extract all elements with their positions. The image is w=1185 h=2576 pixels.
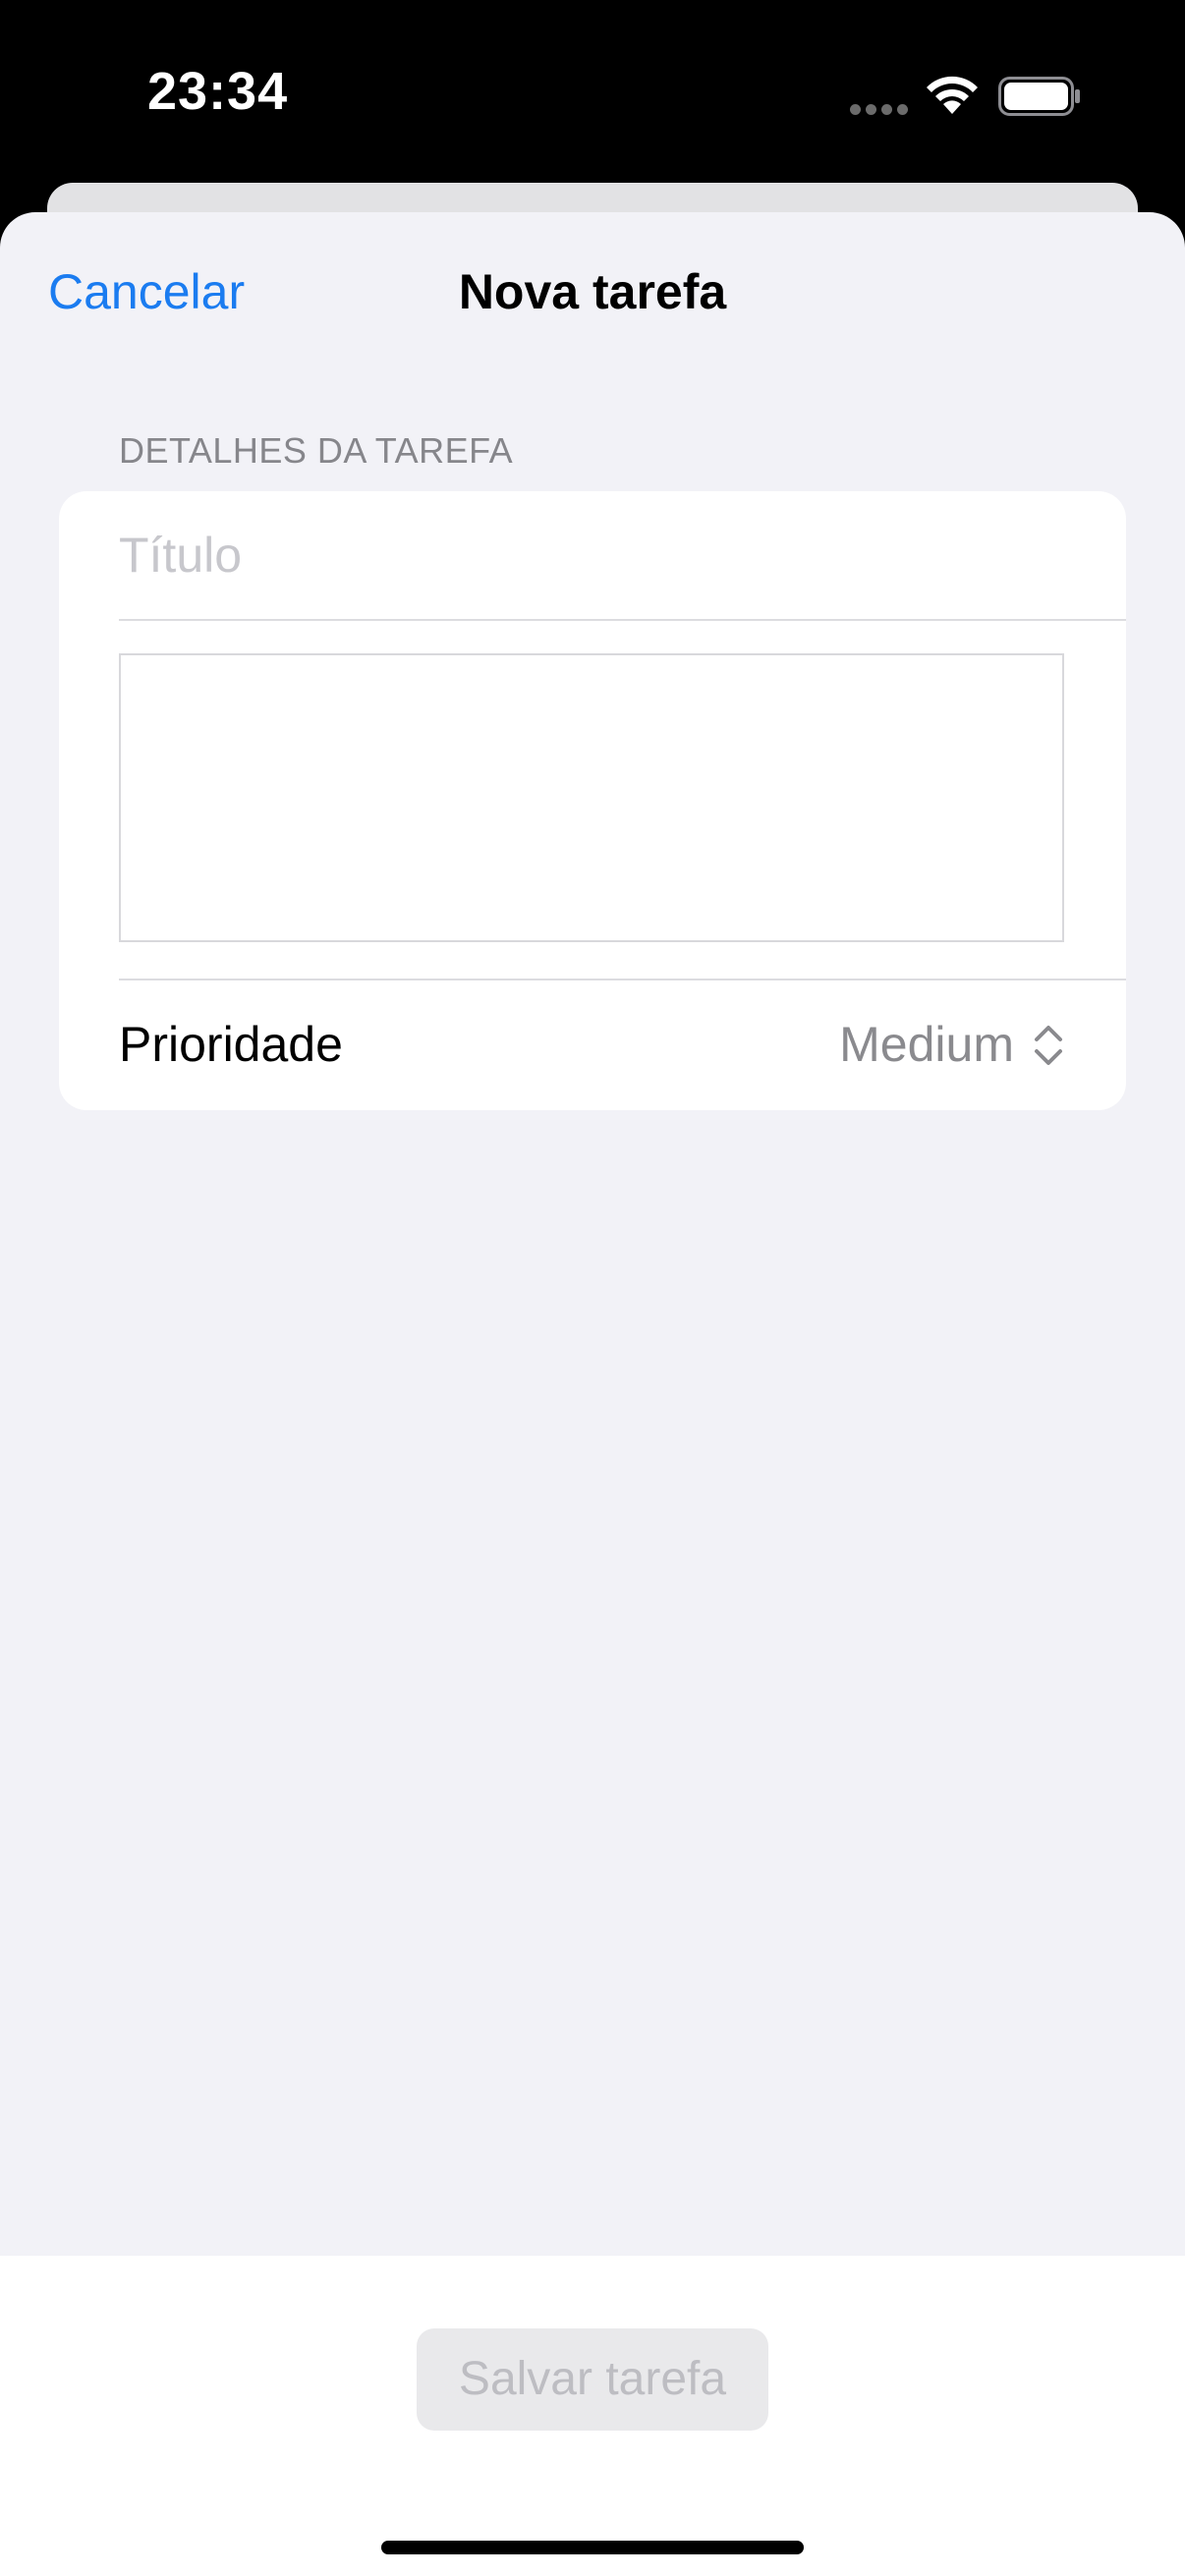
wifi-icon <box>927 76 978 114</box>
status-time: 23:34 <box>147 62 289 121</box>
title-input[interactable] <box>119 521 1062 589</box>
chevron-updown-icon <box>1035 1026 1062 1065</box>
cancel-button[interactable]: Cancelar <box>48 263 245 320</box>
home-indicator <box>381 2541 804 2554</box>
save-task-button[interactable]: Salvar tarefa <box>417 2328 768 2431</box>
priority-picker[interactable]: Prioridade Medium <box>59 980 1126 1110</box>
description-textarea[interactable] <box>119 653 1064 942</box>
divider <box>119 619 1126 621</box>
priority-label: Prioridade <box>119 1017 343 1072</box>
section-header: DETALHES DA TAREFA <box>119 430 514 471</box>
new-task-sheet: Nova tarefa Cancelar DETALHES DA TAREFA … <box>0 212 1185 2576</box>
priority-value: Medium <box>839 1017 1014 1072</box>
screen: 23:34 Nova tarefa Cancelar DETALHES DA T… <box>0 0 1185 2576</box>
battery-icon <box>998 77 1080 116</box>
bottom-bar: Salvar tarefa <box>0 2256 1185 2576</box>
signal-dots-icon <box>850 104 908 116</box>
task-details-card: Prioridade Medium <box>59 491 1126 1110</box>
